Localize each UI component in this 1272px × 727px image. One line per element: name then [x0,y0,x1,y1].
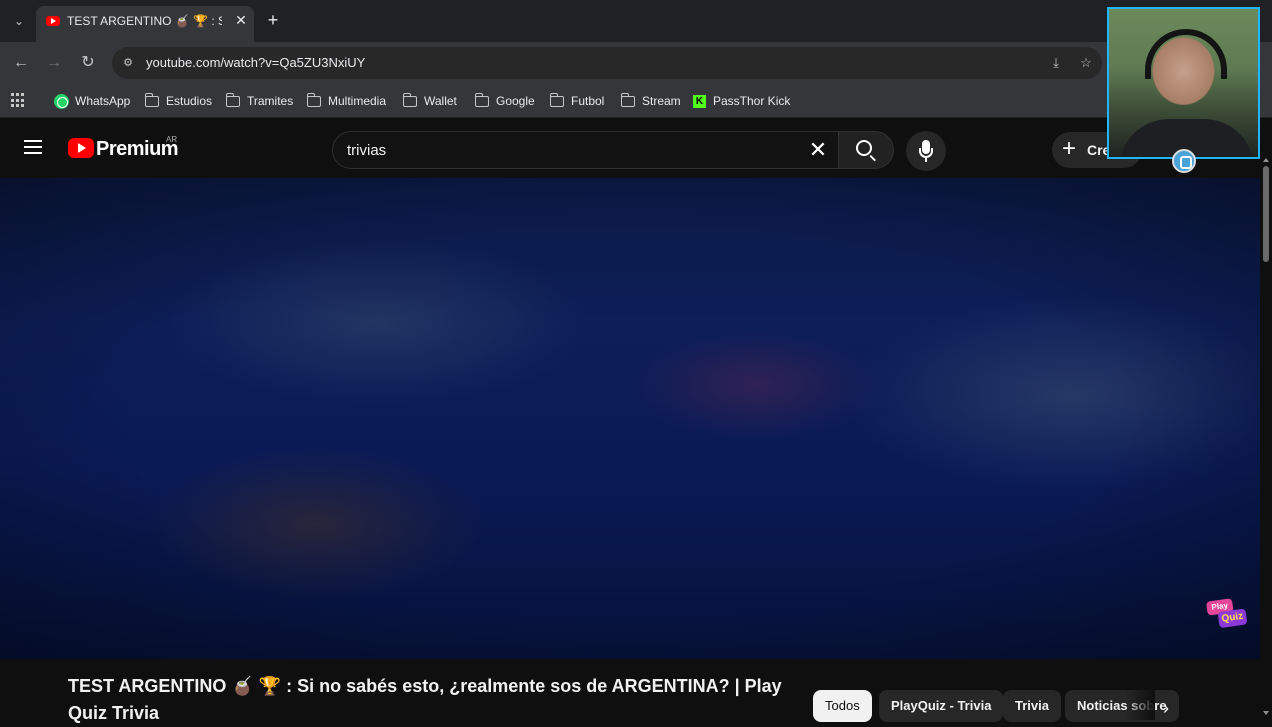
install-app-icon[interactable]: ⤓ [1047,54,1065,72]
bookmark-label: PassThor Kick [713,94,791,108]
bookmark-futbol[interactable]: Futbol [549,92,605,110]
bookmark-star-icon[interactable]: ☆ [1077,54,1095,72]
youtube-favicon-icon [46,16,60,26]
playquiz-watermark-logo: Play Quiz [1205,597,1248,634]
folder-icon [620,92,635,107]
bookmark-label: Futbol [571,94,605,108]
chip-trivia[interactable]: Trivia [1003,690,1061,722]
whatsapp-icon [54,93,69,109]
video-title: TEST ARGENTINO 🧉 🏆 : Si no sabés esto, ¿… [68,676,782,723]
scroll-up-icon[interactable] [1263,158,1269,162]
voice-search-button[interactable] [906,131,946,171]
scrollbar-thumb[interactable] [1263,166,1269,262]
folder-icon [144,92,159,107]
chip-todos[interactable]: Todos [813,690,872,722]
video-player[interactable]: Play Quiz [0,178,1260,659]
url-text[interactable]: youtube.com/watch?v=Qa5ZU3NxiUY [146,55,365,70]
folder-icon [402,92,417,107]
country-code: AR [166,135,178,144]
youtube-logo-icon[interactable] [68,138,94,158]
search-input[interactable]: trivias ✕ [332,131,840,169]
bookmark-estudios[interactable]: Estudios [144,92,213,110]
folder-icon [474,92,489,107]
video-frame [0,178,1260,659]
kick-icon: K [693,94,706,108]
bookmark-label: Wallet [424,94,457,108]
apps-grid-icon[interactable] [11,93,26,108]
bookmark-passthor-kick[interactable]: K PassThor Kick [693,92,790,110]
bookmark-google[interactable]: Google [474,92,535,110]
tab-title: TEST ARGENTINO 🧉 🏆 : Si no sabés esto [67,14,222,28]
bookmark-whatsapp[interactable]: WhatsApp [54,92,130,110]
tab-close-button[interactable]: ✕ [232,11,250,29]
headset-shape [1145,29,1227,79]
forward-button[interactable]: → [43,52,65,74]
bookmark-label: WhatsApp [75,94,131,108]
chip-playquiz-trivia[interactable]: PlayQuiz - Trivia [879,690,1004,722]
youtube-masthead: Premium AR trivias ✕ + Crear [0,118,1272,178]
search-button[interactable] [838,131,894,169]
scroll-down-icon[interactable] [1263,711,1269,715]
bookmark-label: Stream [642,94,681,108]
reload-button[interactable]: ↻ [77,52,99,74]
plus-icon: + [1062,135,1077,162]
bookmarks-bar: WhatsApp Estudios Tramites Multimedia Wa… [0,84,1272,118]
bookmark-label: Multimedia [328,94,387,108]
new-tab-button[interactable]: + [262,10,284,32]
address-bar[interactable]: ⚙ youtube.com/watch?v=Qa5ZU3NxiUY ⤓ ☆ [112,47,1102,79]
bookmark-label: Estudios [166,94,213,108]
bookmark-multimedia[interactable]: Multimedia [306,92,387,110]
browser-tab-active[interactable]: TEST ARGENTINO 🧉 🏆 : Si no sabés esto ✕ [36,6,254,42]
watermark-bottom-text: Quiz [1217,608,1248,629]
tab-search-menu-button[interactable]: ⌄ [8,10,30,32]
folder-icon [549,92,564,107]
bookmark-wallet[interactable]: Wallet [402,92,457,110]
folder-icon [225,92,240,107]
back-button[interactable]: ← [10,52,32,74]
search-query[interactable]: trivias [347,142,386,159]
clear-search-icon[interactable]: ✕ [808,139,828,161]
page-scrollbar[interactable] [1260,158,1272,720]
folder-icon [306,92,321,107]
bookmark-label: Tramites [247,94,294,108]
bookmark-label: Google [496,94,535,108]
avatar-badge-icon [1172,149,1196,173]
chevron-right-icon[interactable]: › [1154,696,1178,720]
browser-toolbar: ← → ↻ ⚙ youtube.com/watch?v=Qa5ZU3NxiUY … [0,42,1272,84]
bookmark-tramites[interactable]: Tramites [225,92,294,110]
bookmark-stream[interactable]: Stream [620,92,681,110]
webcam-overlay [1107,7,1260,159]
menu-icon[interactable] [24,140,42,154]
search-icon [856,140,872,156]
chips-fade [1125,690,1155,720]
browser-tab-bar: ⌄ TEST ARGENTINO 🧉 🏆 : Si no sabés esto … [0,0,1272,42]
site-info-icon[interactable]: ⚙ [120,55,136,71]
